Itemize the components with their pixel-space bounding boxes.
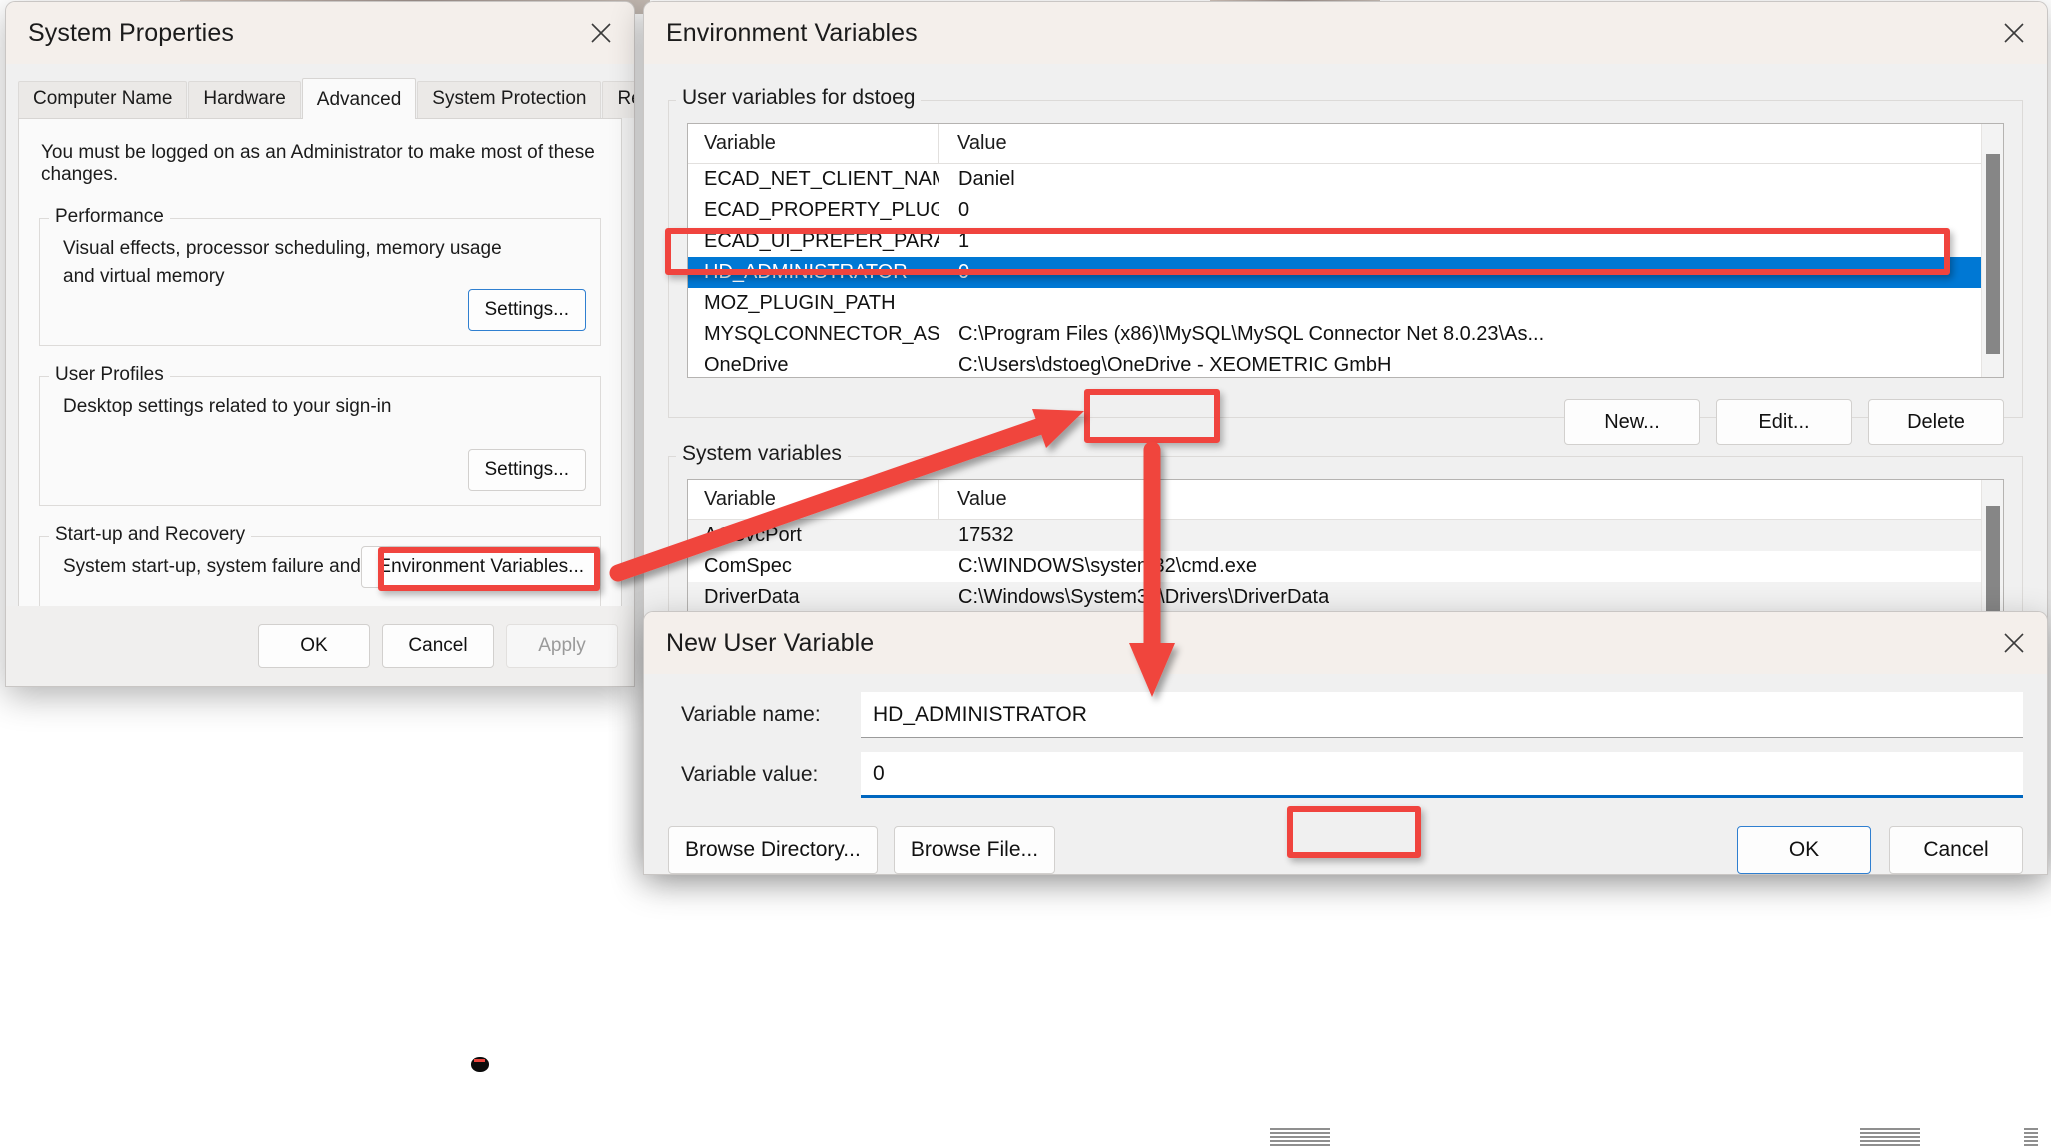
system-variables-group-label: System variables xyxy=(676,442,848,466)
tab-hardware[interactable]: Hardware xyxy=(188,81,301,118)
variable-value-field-row: Variable value: 0 xyxy=(668,752,2023,798)
table-row[interactable]: ECAD_NET_CLIENT_NAME Daniel xyxy=(688,164,1981,195)
new-user-variable-title: New User Variable xyxy=(666,628,875,657)
variable-value-input[interactable]: 0 xyxy=(861,752,2023,798)
tab-remote[interactable]: Remote xyxy=(602,81,634,118)
system-properties-footer: OK Cancel Apply xyxy=(6,606,634,686)
user-variables-buttons: New... Edit... Delete xyxy=(687,399,2004,445)
tab-computer-name[interactable]: Computer Name xyxy=(18,81,188,118)
cell-value: 0 xyxy=(958,199,970,221)
environment-variables-button[interactable]: Environment Variables... xyxy=(361,546,601,588)
cell-variable: ECAD_UI_PREFER_PARAMET... xyxy=(704,230,939,252)
system-properties-window: System Properties Computer Name Hardware… xyxy=(6,2,634,686)
cell-value: C:\Program Files (x86)\MySQL\MySQL Conne… xyxy=(958,323,1545,345)
system-properties-tabs: Computer Name Hardware Advanced System P… xyxy=(6,78,634,119)
performance-group-label: Performance xyxy=(49,206,170,228)
new-user-variable-ok-button[interactable]: OK xyxy=(1737,826,1871,874)
mouse-cursor xyxy=(471,1057,489,1072)
performance-settings-button[interactable]: Settings... xyxy=(467,289,586,331)
close-icon[interactable] xyxy=(568,2,634,64)
new-user-variable-titlebar: New User Variable xyxy=(644,612,2047,674)
table-row[interactable]: MOZ_PLUGIN_PATH xyxy=(688,288,1981,319)
close-icon[interactable] xyxy=(1981,2,2047,64)
column-header-value[interactable]: Value xyxy=(939,488,1007,511)
table-row[interactable]: MYSQLCONNECTOR_ASSE... C:\Program Files … xyxy=(688,319,1981,350)
variable-name-input[interactable]: HD_ADMINISTRATOR xyxy=(861,692,2023,738)
scrollbar-thumb[interactable] xyxy=(1986,506,2000,626)
variable-value-label: Variable value: xyxy=(681,763,819,786)
scrollbar-thumb[interactable] xyxy=(1986,154,2000,354)
cell-variable: ECAD_NET_CLIENT_NAME xyxy=(704,168,939,190)
browse-file-button[interactable]: Browse File... xyxy=(893,826,1056,874)
close-icon[interactable] xyxy=(1981,612,2047,674)
cell-value: 0 xyxy=(958,261,970,283)
table-row[interactable]: ECAD_UI_PREFER_PARAMET... 1 xyxy=(688,226,1981,257)
user-variables-group-label: User variables for dstoeg xyxy=(676,86,922,110)
browse-directory-button[interactable]: Browse Directory... xyxy=(668,826,878,874)
cell-variable: HD_ADMINISTRATOR xyxy=(704,261,908,283)
cell-variable: ECAD_PROPERTY_PLUGIN_E... xyxy=(704,199,939,221)
performance-description: Visual effects, processor scheduling, me… xyxy=(63,238,502,287)
system-variables-scrollbar[interactable] xyxy=(1981,480,2003,628)
user-profiles-settings-button[interactable]: Settings... xyxy=(467,449,586,491)
system-variables-header: Variable Value xyxy=(688,480,1981,520)
table-row-selected[interactable]: HD_ADMINISTRATOR 0 xyxy=(688,257,1981,288)
cell-value: 1 xyxy=(958,230,970,252)
user-variables-group: User variables for dstoeg Variable Value… xyxy=(668,86,2023,445)
user-variables-scrollbar[interactable] xyxy=(1981,124,2003,377)
new-user-variable-cancel-button[interactable]: Cancel xyxy=(1889,826,2023,874)
tab-advanced[interactable]: Advanced xyxy=(301,78,417,119)
system-properties-title: System Properties xyxy=(28,18,234,47)
user-profiles-group: User Profiles Desktop settings related t… xyxy=(39,364,601,506)
tab-system-protection[interactable]: System Protection xyxy=(417,81,602,118)
column-header-value[interactable]: Value xyxy=(939,132,1007,155)
environment-variables-title: Environment Variables xyxy=(666,18,918,47)
user-profiles-group-label: User Profiles xyxy=(49,364,170,386)
administrator-note: You must be logged on as an Administrato… xyxy=(41,142,595,185)
user-profiles-description: Desktop settings related to your sign-in xyxy=(63,396,392,417)
startup-recovery-group-label: Start-up and Recovery xyxy=(49,524,252,546)
cell-value: Daniel xyxy=(958,168,1015,190)
advanced-tab-page: You must be logged on as an Administrato… xyxy=(18,118,622,666)
environment-variables-titlebar: Environment Variables xyxy=(644,2,2047,64)
user-variables-header: Variable Value xyxy=(688,124,1981,164)
table-row[interactable]: OneDrive C:\Users\dstoeg\OneDrive - XEOM… xyxy=(688,350,1981,377)
cell-variable: ComSpec xyxy=(704,555,792,577)
delete-user-variable-button[interactable]: Delete xyxy=(1868,399,2004,445)
table-row[interactable]: ECAD_PROPERTY_PLUGIN_E... 0 xyxy=(688,195,1981,226)
performance-group: Performance Visual effects, processor sc… xyxy=(39,206,601,346)
system-properties-cancel-button[interactable]: Cancel xyxy=(382,624,494,668)
table-row[interactable]: DriverData C:\Windows\System32\Drivers\D… xyxy=(688,582,1981,613)
system-properties-apply-button: Apply xyxy=(506,624,618,668)
user-variables-frame: Variable Value ECAD_NET_CLIENT_NAME Dani… xyxy=(668,100,2023,445)
new-user-variable-buttons: Browse Directory... Browse File... OK Ca… xyxy=(668,826,2023,874)
system-properties-titlebar: System Properties xyxy=(6,2,634,64)
cell-value: 17532 xyxy=(958,524,1014,546)
variable-name-label: Variable name: xyxy=(681,703,821,726)
cell-variable: DriverData xyxy=(704,586,800,608)
new-user-variable-window: New User Variable Variable name: HD_ADMI… xyxy=(644,612,2047,874)
system-properties-ok-button[interactable]: OK xyxy=(258,624,370,668)
system-variables-list[interactable]: Variable Value ACSvcPort 17532 ComSpec C… xyxy=(687,479,2004,629)
cell-value: C:\Windows\System32\Drivers\DriverData xyxy=(958,586,1330,608)
taskbar-hint xyxy=(1860,1128,1920,1146)
user-variables-list[interactable]: Variable Value ECAD_NET_CLIENT_NAME Dani… xyxy=(687,123,2004,378)
table-row[interactable]: ACSvcPort 17532 xyxy=(688,520,1981,551)
column-header-variable[interactable]: Variable xyxy=(688,488,938,511)
screen: System Properties Computer Name Hardware… xyxy=(0,0,2051,1146)
cell-value: C:\WINDOWS\system32\cmd.exe xyxy=(958,555,1257,577)
column-header-variable[interactable]: Variable xyxy=(688,132,938,155)
new-user-variable-body: Variable name: HD_ADMINISTRATOR Variable… xyxy=(644,692,2047,874)
table-row[interactable]: ComSpec C:\WINDOWS\system32\cmd.exe xyxy=(688,551,1981,582)
edit-user-variable-button[interactable]: Edit... xyxy=(1716,399,1852,445)
taskbar-hint xyxy=(1270,1128,1330,1146)
cell-variable: ACSvcPort xyxy=(704,524,802,546)
cell-variable: MOZ_PLUGIN_PATH xyxy=(704,292,896,314)
taskbar-hint xyxy=(2024,1128,2038,1146)
cell-value: C:\Users\dstoeg\OneDrive - XEOMETRIC Gmb… xyxy=(958,354,1392,376)
cell-variable: OneDrive xyxy=(704,354,789,376)
new-user-variable-button[interactable]: New... xyxy=(1564,399,1700,445)
variable-name-field-row: Variable name: HD_ADMINISTRATOR xyxy=(668,692,2023,738)
cell-variable: MYSQLCONNECTOR_ASSE... xyxy=(704,323,939,345)
